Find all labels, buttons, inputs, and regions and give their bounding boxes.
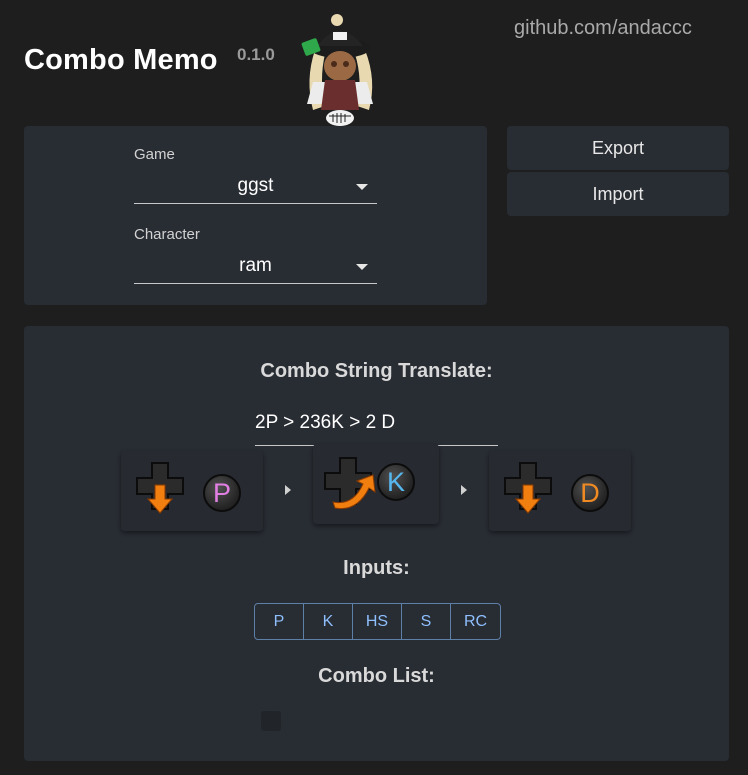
input-button-group: P K HS S RC: [254, 603, 501, 640]
chevron-right-icon: [461, 485, 467, 495]
mascot-image: [301, 14, 373, 126]
input-button-rc[interactable]: RC: [451, 604, 500, 639]
quarter-circle-forward-icon: [324, 457, 376, 510]
export-button[interactable]: Export: [507, 126, 729, 170]
move-card: P: [121, 451, 263, 531]
github-link[interactable]: github.com/andaccc: [514, 17, 692, 40]
move-card: D: [489, 451, 631, 531]
app-version: 0.1.0: [237, 45, 275, 64]
combo-string-input[interactable]: 2P > 236K > 2 D: [255, 404, 498, 446]
input-button-p[interactable]: P: [255, 604, 304, 639]
combo-panel: Combo String Translate: 2P > 236K > 2 D …: [24, 326, 729, 761]
app-title: Combo Memo: [24, 44, 218, 76]
dpad-down-icon: [504, 462, 552, 514]
combo-list-heading: Combo List:: [318, 665, 435, 687]
character-select[interactable]: ram: [134, 250, 377, 284]
translate-heading: Combo String Translate:: [260, 360, 493, 382]
chevron-right-icon: [285, 485, 291, 495]
caret-down-icon: [356, 184, 368, 190]
inputs-heading: Inputs:: [343, 557, 410, 579]
caret-down-icon: [356, 264, 368, 270]
game-select[interactable]: ggst: [134, 170, 377, 204]
move-card: K: [313, 444, 439, 524]
character-select-value: ram: [239, 255, 272, 276]
button-p-icon: P: [203, 474, 241, 512]
game-select-value: ggst: [237, 175, 274, 196]
combo-list-checkbox[interactable]: [261, 711, 281, 731]
game-label: Game: [134, 146, 175, 163]
character-label: Character: [134, 226, 200, 243]
button-d-icon: D: [571, 474, 609, 512]
input-button-hs[interactable]: HS: [353, 604, 402, 639]
selector-panel: Game ggst Character ram: [24, 126, 487, 305]
input-button-k[interactable]: K: [304, 604, 353, 639]
dpad-down-icon: [136, 462, 184, 514]
input-button-s[interactable]: S: [402, 604, 451, 639]
import-button[interactable]: Import: [507, 172, 729, 216]
button-k-icon: K: [377, 463, 415, 501]
